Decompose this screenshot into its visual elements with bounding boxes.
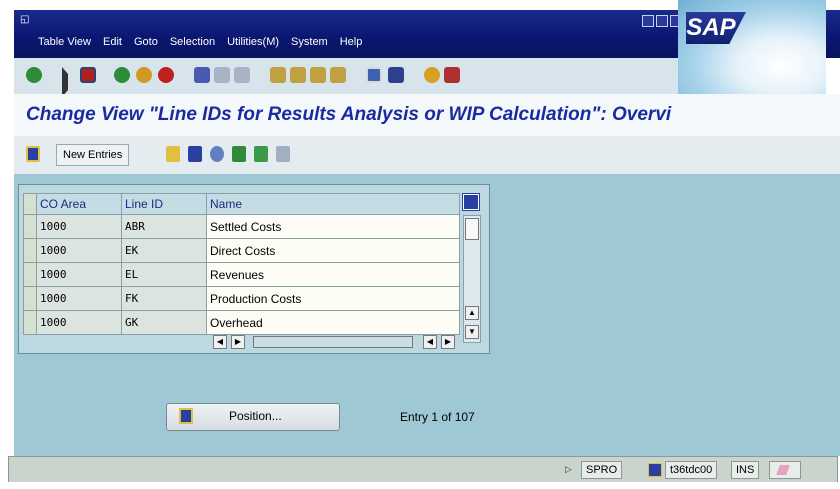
row-selector[interactable]	[23, 310, 37, 335]
column-config-icon[interactable]	[463, 194, 479, 210]
vertical-scrollbar[interactable]: ▲ ▼	[463, 215, 481, 343]
cell-name[interactable]: Settled Costs	[206, 214, 460, 239]
delete-icon[interactable]	[188, 146, 202, 162]
scroll-right-icon[interactable]: ▶	[231, 335, 245, 349]
status-lock-icon	[769, 461, 801, 479]
cell-line-id: GK	[121, 310, 207, 335]
scroll-up-icon[interactable]: ▲	[465, 306, 479, 320]
position-button[interactable]: Position...	[166, 403, 340, 431]
cell-name[interactable]: Overhead	[206, 310, 460, 335]
menu-selection[interactable]: Selection	[170, 36, 215, 48]
scroll-right-end-icon[interactable]: ▶	[441, 335, 455, 349]
cell-name[interactable]: Production Costs	[206, 286, 460, 311]
select-all-icon[interactable]	[232, 146, 246, 162]
back-icon[interactable]	[114, 67, 130, 83]
column-header-name[interactable]: Name	[206, 193, 460, 215]
first-page-icon[interactable]	[270, 67, 286, 83]
horizontal-scroll-track[interactable]	[253, 336, 413, 348]
minimize-icon[interactable]	[642, 15, 654, 27]
command-field-icon[interactable]	[62, 67, 76, 97]
cell-name[interactable]: Revenues	[206, 262, 460, 287]
status-server: t36tdc00	[665, 461, 718, 479]
position-button-label: Position...	[229, 409, 282, 423]
table-row: 1000 FK Production Costs	[23, 286, 460, 311]
main-area: CO Area Line ID Name 1000 ABR Settled Co…	[14, 174, 840, 456]
bottom-margin	[0, 482, 840, 489]
maximize-icon[interactable]	[656, 15, 668, 27]
menu-edit[interactable]: Edit	[103, 36, 122, 48]
cell-line-id: EK	[121, 238, 207, 263]
column-header-line-id[interactable]: Line ID	[121, 193, 207, 215]
layout-icon[interactable]	[444, 67, 460, 83]
window-menu-icon[interactable]: ◱	[20, 14, 29, 25]
table-control: CO Area Line ID Name 1000 ABR Settled Co…	[18, 184, 490, 354]
create-session-icon[interactable]	[366, 67, 382, 83]
cell-co-area: 1000	[36, 286, 122, 311]
enter-icon[interactable]	[26, 67, 42, 83]
status-server-icon[interactable]	[648, 463, 662, 477]
table-row: 1000 GK Overhead	[23, 310, 460, 335]
shortcut-icon[interactable]	[388, 67, 404, 83]
table-row: 1000 ABR Settled Costs	[23, 214, 460, 239]
status-expand-icon[interactable]: ▷	[565, 464, 572, 475]
line-id-table: CO Area Line ID Name 1000 ABR Settled Co…	[23, 193, 460, 335]
horizontal-scrollbar: ◀ ▶ ◀ ▶	[213, 335, 463, 349]
menu-goto[interactable]: Goto	[134, 36, 158, 48]
application-toolbar: New Entries	[14, 136, 840, 175]
cell-line-id: EL	[121, 262, 207, 287]
cell-line-id: ABR	[121, 214, 207, 239]
row-selector[interactable]	[23, 262, 37, 287]
cell-co-area: 1000	[36, 310, 122, 335]
next-page-icon[interactable]	[310, 67, 326, 83]
page-title: Change View "Line IDs for Results Analys…	[26, 104, 672, 125]
vertical-scroll-thumb[interactable]	[465, 218, 479, 240]
menu-utilities[interactable]: Utilities(M)	[227, 36, 279, 48]
position-icon	[179, 408, 193, 424]
row-selector[interactable]	[23, 238, 37, 263]
select-block-icon[interactable]	[254, 146, 268, 162]
cell-co-area: 1000	[36, 262, 122, 287]
last-page-icon[interactable]	[330, 67, 346, 83]
column-header-co-area[interactable]: CO Area	[36, 193, 122, 215]
scroll-left-end-icon[interactable]: ◀	[423, 335, 437, 349]
scroll-down-icon[interactable]: ▼	[465, 325, 479, 339]
cancel-icon[interactable]	[158, 67, 174, 83]
title-bar: Change View "Line IDs for Results Analys…	[14, 94, 840, 137]
entry-counter: Entry 1 of 107	[400, 410, 475, 424]
find-icon[interactable]	[214, 67, 230, 83]
new-entries-button[interactable]: New Entries	[56, 144, 130, 166]
help-icon[interactable]	[424, 67, 440, 83]
row-selector[interactable]	[23, 286, 37, 311]
status-transaction: SPRO	[581, 461, 623, 479]
table-row: 1000 EL Revenues	[23, 262, 460, 287]
menu-items: Table View Edit Goto Selection Utilities…	[38, 36, 362, 48]
cell-co-area: 1000	[36, 238, 122, 263]
table-header-row: CO Area Line ID Name	[23, 193, 460, 215]
select-all-column[interactable]	[23, 193, 37, 215]
display-change-icon[interactable]	[26, 146, 40, 162]
print-icon[interactable]	[194, 67, 210, 83]
deselect-all-icon[interactable]	[276, 146, 290, 162]
exit-icon[interactable]	[136, 67, 152, 83]
menu-help[interactable]: Help	[340, 36, 363, 48]
cell-co-area: 1000	[36, 214, 122, 239]
find-next-icon[interactable]	[234, 67, 250, 83]
cell-line-id: FK	[121, 286, 207, 311]
previous-page-icon[interactable]	[290, 67, 306, 83]
save-icon[interactable]	[80, 67, 96, 83]
status-mode[interactable]: INS	[731, 461, 760, 479]
window-controls	[642, 15, 682, 27]
status-bar: ▷ SPRO t36tdc00 INS	[8, 456, 838, 484]
scroll-left-icon[interactable]: ◀	[213, 335, 227, 349]
undo-icon[interactable]	[210, 146, 224, 162]
copy-icon[interactable]	[166, 146, 180, 162]
row-selector[interactable]	[23, 214, 37, 239]
menu-system[interactable]: System	[291, 36, 328, 48]
cell-name[interactable]: Direct Costs	[206, 238, 460, 263]
table-row: 1000 EK Direct Costs	[23, 238, 460, 263]
menu-table-view[interactable]: Table View	[38, 36, 91, 48]
standard-toolbar	[14, 58, 678, 97]
